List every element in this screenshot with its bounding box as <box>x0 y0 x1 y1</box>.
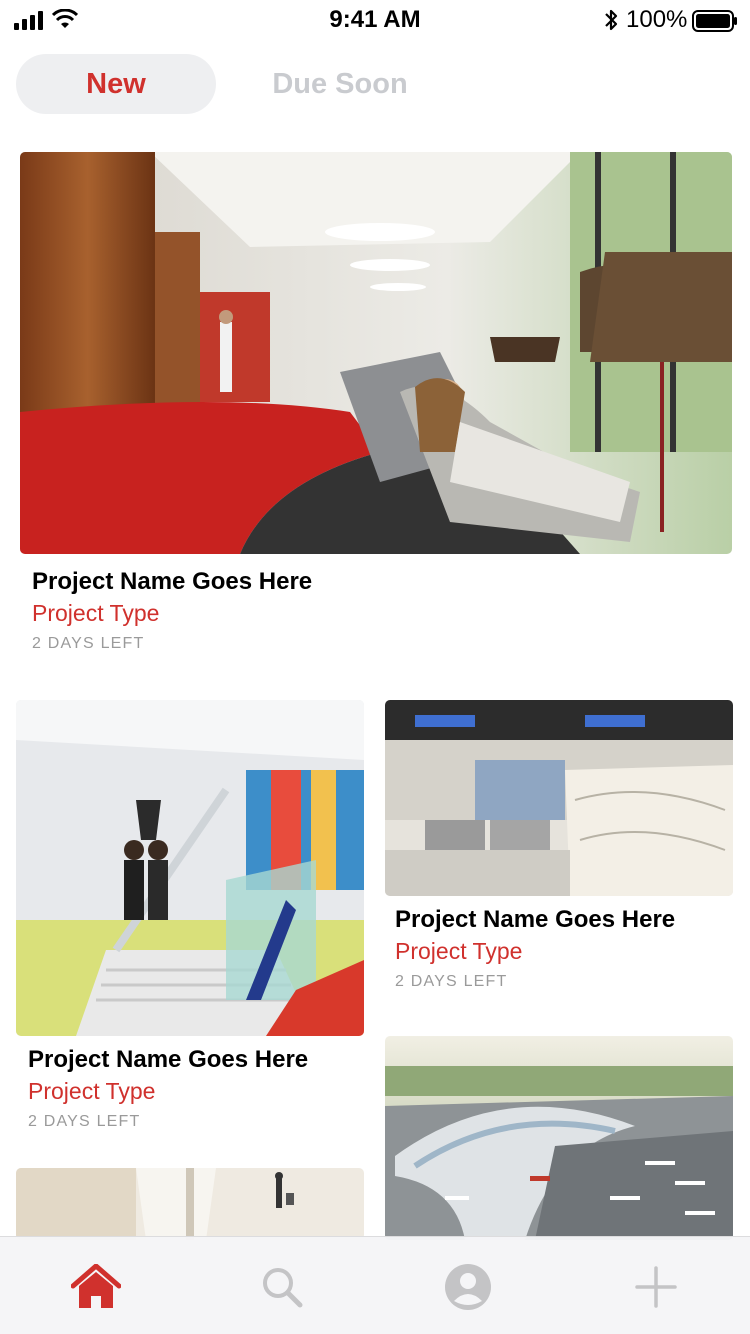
search-icon <box>263 1268 303 1308</box>
project-due-label: 2 DAYS LEFT <box>28 1113 141 1130</box>
tab-new[interactable]: New <box>16 54 216 114</box>
bluetooth-icon <box>605 9 618 31</box>
tab-add[interactable] <box>628 1259 684 1315</box>
project-due-label: 2 DAYS LEFT <box>395 973 508 990</box>
project-type: Project Type <box>32 600 160 626</box>
project-title[interactable]: Project Name Goes Here <box>32 568 312 596</box>
project-image-staircase[interactable] <box>16 700 364 1036</box>
battery-percentage: 100% <box>626 6 688 33</box>
tab-profile[interactable] <box>440 1259 496 1315</box>
project-title[interactable]: Project Name Goes Here <box>395 906 675 934</box>
bottom-tab-bar <box>0 1236 750 1334</box>
tab-home[interactable] <box>68 1259 124 1315</box>
project-image-airport[interactable] <box>385 1036 733 1240</box>
tab-search[interactable] <box>254 1259 310 1315</box>
add-icon <box>635 1266 677 1308</box>
project-type: Project Type <box>395 938 523 964</box>
status-bar: 9:41 AM 100% <box>0 0 750 40</box>
battery-icon <box>692 10 737 32</box>
tab-new-label: New <box>86 67 146 100</box>
project-image-lounge[interactable] <box>20 152 732 554</box>
project-title[interactable]: Project Name Goes Here <box>28 1046 308 1074</box>
project-image-atrium[interactable] <box>16 1168 364 1240</box>
project-image-office[interactable] <box>385 700 733 896</box>
project-due-label: 2 DAYS LEFT <box>32 635 145 652</box>
home-icon <box>71 1264 121 1308</box>
tab-due-soon-label: Due Soon <box>272 67 408 100</box>
project-type: Project Type <box>28 1078 156 1104</box>
tab-due-soon[interactable]: Due Soon <box>240 54 440 114</box>
profile-icon <box>445 1264 491 1310</box>
